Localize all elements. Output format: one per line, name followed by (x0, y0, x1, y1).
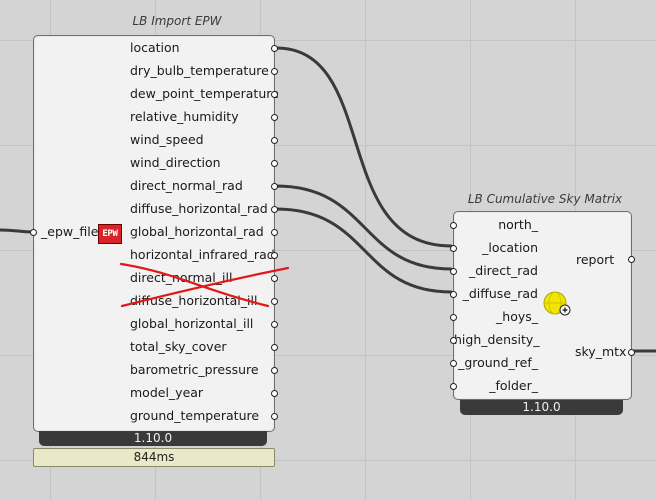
epw-output-port-global-horizontal-rad[interactable] (271, 229, 278, 236)
import-epw-component[interactable]: _epw_file EPW location dry_bulb_temperatu… (30, 35, 279, 432)
epw-output-label-model-year: model_year (130, 385, 204, 400)
sky-input-port-direct-rad[interactable] (450, 268, 457, 275)
wire-epw-file-input (0, 228, 35, 234)
sky-input-label-location: _location (482, 240, 538, 255)
epw-output-port-diffuse-horizontal-rad[interactable] (271, 206, 278, 213)
epw-file-input-label: _epw_file (41, 224, 99, 239)
epw-output-port-ground-temperature[interactable] (271, 413, 278, 420)
sky-input-label-direct-rad: _direct_rad (469, 263, 538, 278)
sky-input-label-hoys: _hoys_ (496, 309, 538, 324)
import-epw-version-bar: 1.10.0 (39, 431, 267, 446)
sky-input-label-north: north_ (498, 217, 538, 232)
sky-input-label-high-density: high_density_ (454, 332, 540, 347)
epw-output-label-direct-normal-ill: direct_normal_ill (130, 270, 233, 285)
sky-input-port-hoys[interactable] (450, 314, 457, 321)
epw-output-label-horizontal-infrared-rad: horizontal_infrared_rad (130, 247, 275, 262)
epw-output-port-wind-direction[interactable] (271, 160, 278, 167)
epw-output-label-location: location (130, 40, 180, 55)
epw-output-port-direct-normal-rad[interactable] (271, 183, 278, 190)
epw-output-port-horizontal-infrared-rad[interactable] (271, 252, 278, 259)
epw-output-label-total-sky-cover: total_sky_cover (130, 339, 227, 354)
epw-output-label-dew-point-temperature: dew_point_temperature (130, 86, 279, 101)
epw-output-label-diffuse-horizontal-ill: diffuse_horizontal_ill (130, 293, 258, 308)
epw-output-port-direct-normal-ill[interactable] (271, 275, 278, 282)
epw-output-port-dew-point-temperature[interactable] (271, 91, 278, 98)
sky-input-label-diffuse-rad: _diffuse_rad (462, 286, 538, 301)
sky-input-label-folder: _folder_ (489, 378, 538, 393)
epw-output-port-diffuse-horizontal-ill[interactable] (271, 298, 278, 305)
epw-output-label-global-horizontal-rad: global_horizontal_rad (130, 224, 264, 239)
sky-input-label-ground-ref: _ground_ref_ (458, 355, 538, 370)
wire-direct-rad (274, 184, 453, 271)
sky-matrix-title: LB Cumulative Sky Matrix (467, 192, 623, 206)
epw-output-label-relative-humidity: relative_humidity (130, 109, 239, 124)
sky-output-report-port[interactable] (628, 256, 635, 263)
epw-output-label-wind-speed: wind_speed (130, 132, 204, 147)
sky-input-port-location[interactable] (450, 245, 457, 252)
epw-output-port-global-horizontal-ill[interactable] (271, 321, 278, 328)
sky-input-port-diffuse-rad[interactable] (450, 291, 457, 298)
epw-output-label-ground-temperature: ground_temperature (130, 408, 260, 423)
sky-matrix-component[interactable]: north_ _location _direct_rad _diffuse_rad _h… (450, 211, 635, 400)
epw-output-label-direct-normal-rad: direct_normal_rad (130, 178, 243, 193)
epw-output-port-total-sky-cover[interactable] (271, 344, 278, 351)
epw-output-port-barometric-pressure[interactable] (271, 367, 278, 374)
sky-output-sky-mtx-port[interactable] (628, 349, 635, 356)
import-epw-title: LB Import EPW (132, 14, 222, 28)
sky-input-port-high-density[interactable] (450, 337, 457, 344)
sky-input-port-folder[interactable] (450, 383, 457, 390)
epw-output-label-wind-direction: wind_direction (130, 155, 221, 170)
sky-output-sky-mtx-label: sky_mtx (575, 344, 627, 359)
sky-output-report-label: report (576, 252, 615, 267)
epw-file-icon: EPW (98, 224, 122, 244)
epw-output-port-relative-humidity[interactable] (271, 114, 278, 121)
epw-output-label-diffuse-horizontal-rad: diffuse_horizontal_rad (130, 201, 268, 216)
sky-matrix-version-bar: 1.10.0 (460, 400, 623, 415)
epw-output-port-location[interactable] (271, 45, 278, 52)
import-epw-timing-badge: 844ms (33, 448, 275, 467)
epw-output-port-wind-speed[interactable] (271, 137, 278, 144)
sky-input-port-north[interactable] (450, 222, 457, 229)
wire-location (274, 46, 453, 248)
epw-output-label-barometric-pressure: barometric_pressure (130, 362, 259, 377)
epw-output-port-dry-bulb-temperature[interactable] (271, 68, 278, 75)
epw-output-label-dry-bulb-temperature: dry_bulb_temperature (130, 63, 269, 78)
epw-file-input-port[interactable] (30, 229, 37, 236)
sky-matrix-icon (543, 291, 571, 316)
sky-input-port-ground-ref[interactable] (450, 360, 457, 367)
epw-output-port-model-year[interactable] (271, 390, 278, 397)
epw-output-label-global-horizontal-ill: global_horizontal_ill (130, 316, 254, 331)
wire-diffuse-rad (274, 207, 453, 294)
